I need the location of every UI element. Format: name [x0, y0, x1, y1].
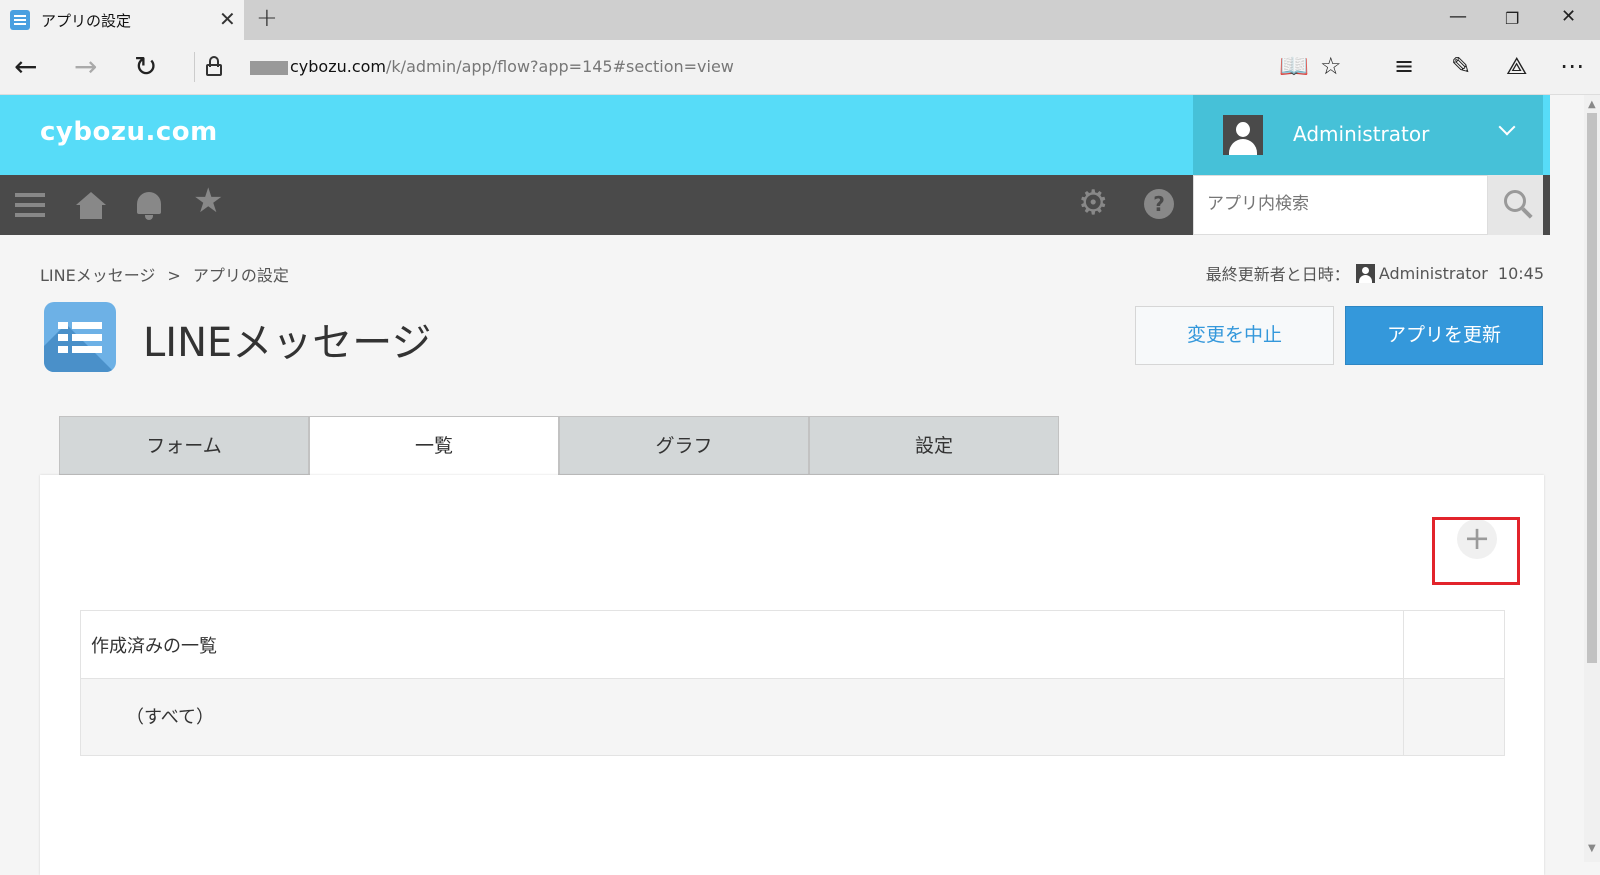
minimize-icon[interactable]: —	[1449, 6, 1467, 27]
table-header: 作成済みの一覧	[81, 611, 1504, 679]
home-icon[interactable]	[74, 175, 124, 235]
scroll-down-icon[interactable]: ▼	[1588, 843, 1596, 854]
close-icon[interactable]: ✕	[219, 7, 236, 31]
user-menu[interactable]: Administrator	[1193, 95, 1543, 175]
favorites-star-icon[interactable]: ★	[193, 181, 243, 241]
more-icon[interactable]: ⋯	[1560, 52, 1584, 80]
browser-tabbar: アプリの設定 ✕ + — ❐ ✕	[0, 0, 1600, 40]
chevron-down-icon	[1498, 118, 1516, 136]
browser-tab-title: アプリの設定	[41, 12, 132, 30]
breadcrumb-app-link[interactable]: LINEメッセージ	[40, 266, 155, 285]
app-search	[1193, 175, 1488, 235]
views-header-label: 作成済みの一覧	[81, 611, 1404, 678]
refresh-icon[interactable]: ↻	[134, 50, 157, 83]
restore-icon[interactable]: ❐	[1505, 9, 1519, 28]
app-header: cybozu.com Administrator	[0, 95, 1550, 175]
reading-view-icon[interactable]: 📖	[1279, 52, 1309, 80]
user-avatar-icon	[1355, 263, 1375, 283]
help-icon[interactable]: ?	[1144, 189, 1174, 219]
global-nav-bar: ★ ⚙ ?	[0, 175, 1550, 235]
search-input[interactable]	[1194, 176, 1464, 232]
hub-icon[interactable]: ≡	[1394, 52, 1414, 80]
favorite-star-icon[interactable]: ☆	[1320, 52, 1342, 80]
logo[interactable]: cybozu.com	[40, 117, 218, 147]
breadcrumb-current: アプリの設定	[192, 266, 289, 285]
address-separator	[194, 52, 195, 82]
updated-user[interactable]: Administrator	[1379, 264, 1488, 283]
url-text[interactable]: cybozu.com/k/admin/app/flow?app=145#sect…	[290, 57, 734, 76]
breadcrumb: LINEメッセージ > アプリの設定	[40, 266, 289, 285]
page-scrollbar[interactable]: ▲ ▼	[1584, 95, 1600, 862]
gear-icon[interactable]: ⚙	[1078, 183, 1128, 243]
views-panel: + 作成済みの一覧 （すべて）	[40, 475, 1544, 875]
browser-tab[interactable]: アプリの設定 ✕	[0, 0, 244, 40]
search-button[interactable]	[1488, 175, 1543, 235]
user-name: Administrator	[1293, 122, 1430, 146]
new-tab-icon[interactable]: +	[256, 3, 278, 33]
window-close-icon[interactable]: ✕	[1561, 6, 1576, 27]
tab-form[interactable]: フォーム	[59, 416, 309, 475]
view-name[interactable]: （すべて）	[81, 679, 1404, 755]
app-list-icon	[44, 302, 116, 372]
tab-settings[interactable]: 設定	[809, 416, 1059, 475]
notification-bell-icon[interactable]	[134, 175, 184, 235]
updated-time: 10:45	[1497, 263, 1544, 283]
table-row[interactable]: （すべて）	[81, 679, 1504, 755]
scroll-up-icon[interactable]: ▲	[1588, 99, 1596, 110]
cancel-changes-button[interactable]: 変更を中止	[1135, 306, 1334, 365]
last-updated-info: 最終更新者と日時： Administrator 10:45	[1205, 263, 1544, 284]
page-title: LINEメッセージ	[143, 320, 432, 366]
menu-icon[interactable]	[15, 175, 65, 235]
tab-views[interactable]: 一覧	[309, 416, 559, 476]
avatar	[1223, 115, 1263, 155]
address-bar: ← → ↻ cybozu.com/k/admin/app/flow?app=14…	[0, 40, 1600, 95]
lock-icon	[206, 56, 222, 76]
share-icon[interactable]: ⟁	[1506, 52, 1527, 80]
update-app-button[interactable]: アプリを更新	[1345, 306, 1543, 365]
app-list-icon	[10, 10, 30, 30]
highlight-box	[1432, 517, 1520, 585]
tab-graphs[interactable]: グラフ	[559, 416, 809, 475]
scroll-thumb[interactable]	[1587, 113, 1597, 663]
url-redacted	[250, 61, 288, 75]
web-note-icon[interactable]: ✎	[1451, 52, 1471, 80]
back-icon[interactable]: ←	[14, 50, 37, 83]
forward-icon[interactable]: →	[74, 50, 97, 83]
views-table: 作成済みの一覧 （すべて）	[80, 610, 1505, 756]
